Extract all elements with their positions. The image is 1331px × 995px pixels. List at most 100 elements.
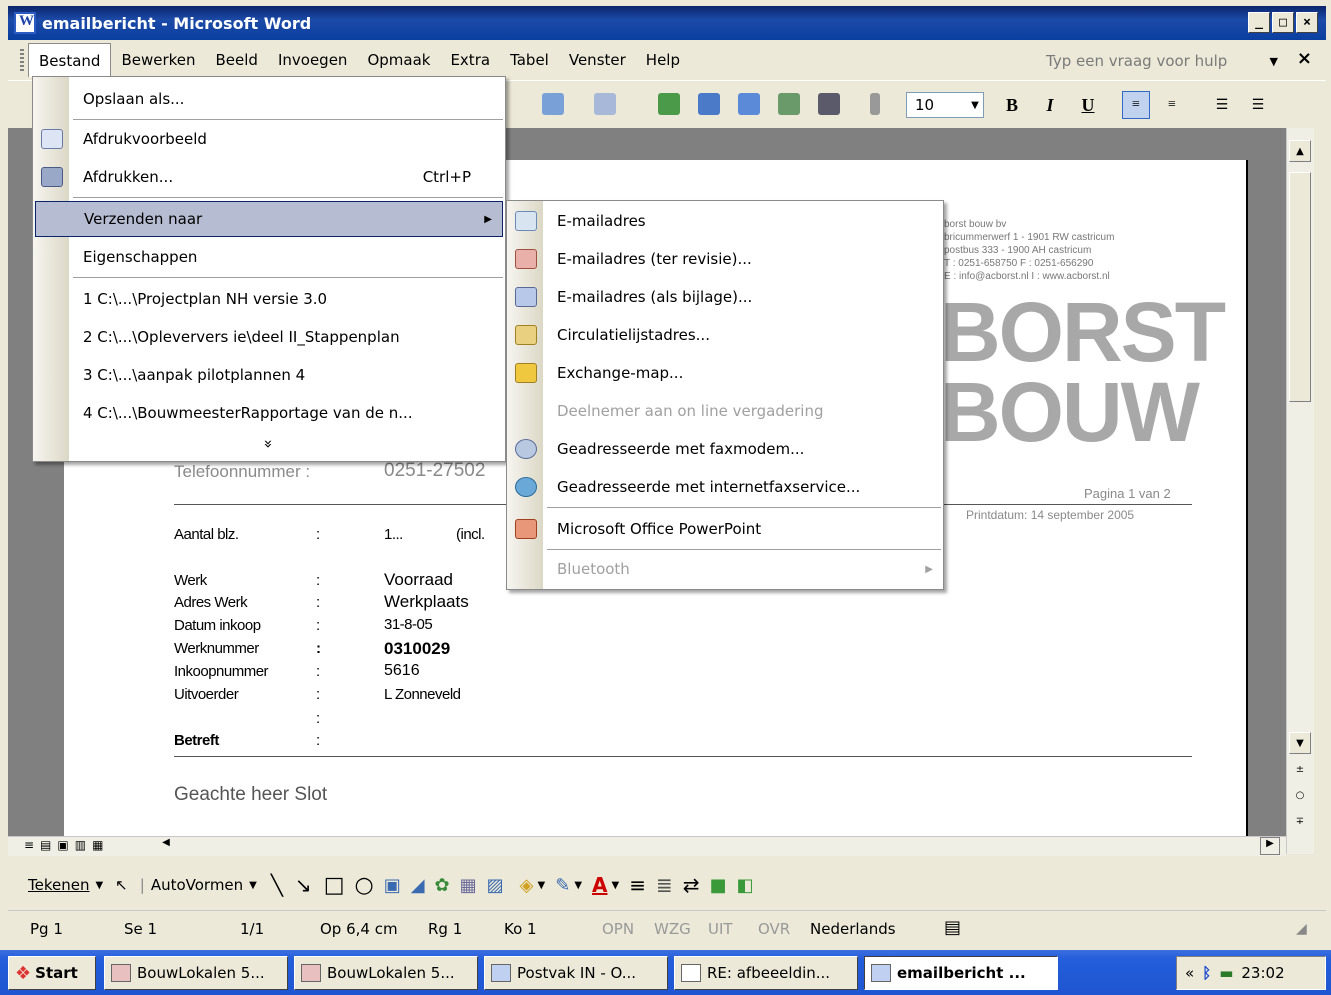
scroll-left-icon[interactable]: ◀ [156,837,176,855]
menu-item-verzenden-naar[interactable]: Verzenden naar ▶ [35,201,503,237]
insert-excel-icon[interactable] [778,93,800,115]
menu-bestand[interactable]: Bestand [28,43,112,77]
hyperlink-icon[interactable] [658,93,680,115]
insert-table-icon[interactable] [738,93,760,115]
chevron-down-icon[interactable]: ▼ [967,100,983,111]
chevron-down-icon[interactable]: ▼ [574,880,582,891]
scroll-right-icon[interactable]: ▶ [1260,837,1280,855]
taskbar-button[interactable]: BouwLokalen 5... [104,956,288,990]
menu-item-internetfax[interactable]: Geadresseerde met internetfaxservice... [507,469,943,505]
menu-item-recent-4[interactable]: 4 C:\...\BouwmeesterRapportage van de n.… [33,395,505,431]
chevron-down-icon[interactable]: ▼ [249,880,257,891]
tekenen-menu[interactable]: Tekenen [28,876,89,894]
chevron-down-icon[interactable]: ▼ [612,880,620,891]
line-color-icon[interactable]: ✎ [555,875,570,896]
taskbar-button[interactable]: Postvak IN - O... [484,956,668,990]
status-ovr[interactable]: OVR [758,920,790,938]
rectangle-icon[interactable]: □ [324,873,345,898]
grip-handle[interactable] [20,49,24,71]
menu-item-circulatielijst[interactable]: Circulatielijstadres... [507,317,943,353]
chevron-down-icon[interactable]: ▼ [538,880,546,891]
clipart-icon[interactable]: ▦ [460,875,477,896]
font-color-icon[interactable]: A [592,873,607,897]
tables-borders-icon[interactable] [698,93,720,115]
select-pointer-icon[interactable]: ↖ [115,876,128,894]
font-size-select[interactable]: 10 ▼ [906,92,984,118]
menu-item-emailadres[interactable]: E-mailadres [507,203,943,239]
minimize-button[interactable]: _ [1248,12,1270,33]
menu-item-opslaan-als[interactable]: Opslaan als... [33,81,505,117]
diagram-icon[interactable]: ✿ [435,875,450,896]
autovormen-menu[interactable]: AutoVormen [151,876,243,894]
redo-icon[interactable] [594,93,616,115]
close-button[interactable]: × [1296,12,1318,33]
dash-style-icon[interactable]: ≣ [656,873,673,897]
menu-item-emailadres-bijlage[interactable]: E-mailadres (als bijlage)... [507,279,943,315]
menu-tabel[interactable]: Tabel [500,47,559,73]
bluetooth-icon[interactable]: ᛒ [1202,964,1211,982]
undo-icon[interactable] [542,93,564,115]
menu-item-eigenschappen[interactable]: Eigenschappen [33,239,505,275]
3d-icon[interactable]: ◧ [737,875,754,896]
arrow-icon[interactable]: ↘ [295,873,312,897]
resize-grip-icon[interactable]: ◢ [1296,921,1307,937]
italic-button[interactable]: I [1036,91,1064,119]
browse-object-icon[interactable]: ○ [1289,784,1311,806]
previous-page-icon[interactable]: ± [1289,758,1311,780]
menu-beeld[interactable]: Beeld [206,47,268,73]
bold-button[interactable]: B [998,91,1026,119]
menu-item-recent-3[interactable]: 3 C:\...\aanpak pilotplannen 4 [33,357,505,393]
menu-item-exchange-map[interactable]: Exchange-map... [507,355,943,391]
menu-item-afdrukvoorbeeld[interactable]: Afdrukvoorbeeld [33,121,505,157]
clock[interactable]: 23:02 [1241,964,1284,982]
horizontal-scrollbar[interactable]: ≡▤▣▥▦ ◀ ▶ [8,836,1286,856]
scroll-up-icon[interactable]: ▲ [1289,140,1311,162]
help-search-box[interactable]: Typ een vraag voor hulp ▼ [1038,50,1278,72]
textbox-icon[interactable]: ▣ [384,875,401,896]
toolbar-options-icon[interactable] [870,93,880,115]
next-page-icon[interactable]: ∓ [1289,810,1311,832]
taskbar-button-active[interactable]: emailbericht ... [864,956,1058,990]
menu-expand-button[interactable]: » [33,429,505,459]
menu-invoegen[interactable]: Invoegen [268,47,357,73]
status-opn[interactable]: OPN [602,920,634,938]
spelling-book-icon[interactable]: ▤ [944,917,961,938]
menu-item-afdrukken[interactable]: Afdrukken... Ctrl+P [33,159,505,195]
vertical-scrollbar[interactable]: ▲ ▼ ± ○ ∓ [1286,128,1314,854]
menu-item-recent-2[interactable]: 2 C:\...\Opleververs ie\deel II_Stappenp… [33,319,505,355]
scroll-down-icon[interactable]: ▼ [1289,732,1311,754]
chevron-down-icon[interactable]: ▼ [95,880,103,891]
menu-opmaak[interactable]: Opmaak [357,47,440,73]
menu-venster[interactable]: Venster [559,47,636,73]
view-mode-icons[interactable]: ≡▤▣▥▦ [24,838,109,852]
align-left-icon[interactable]: ≡ [1122,91,1150,119]
shadow-icon[interactable]: ■ [710,875,727,896]
picture-icon[interactable]: ▨ [487,875,504,896]
bulleted-list-icon[interactable]: ☰ [1244,91,1272,119]
network-icon[interactable]: ▬ [1219,964,1233,982]
fill-color-icon[interactable]: ◈ [520,875,534,896]
line-icon[interactable]: ╲ [271,873,283,897]
title-bar[interactable]: emailbericht - Microsoft Word _ □ × [8,6,1326,40]
menu-item-powerpoint[interactable]: Microsoft Office PowerPoint [507,511,943,547]
tray-expand-icon[interactable]: « [1185,964,1194,982]
menu-extra[interactable]: Extra [440,47,500,73]
menu-item-recent-1[interactable]: 1 C:\...\Projectplan NH versie 3.0 [33,281,505,317]
underline-button[interactable]: U [1074,91,1102,119]
maximize-button[interactable]: □ [1272,12,1294,33]
taskbar-button[interactable]: RE: afbeeeldin... [674,956,858,990]
columns-icon[interactable] [818,93,840,115]
numbered-list-icon[interactable]: ☰ [1208,91,1236,119]
word-app-icon[interactable] [14,12,36,34]
chevron-down-icon[interactable]: ▼ [1270,55,1278,68]
status-wzg[interactable]: WZG [654,920,691,938]
menu-item-emailadres-revisie[interactable]: E-mailadres (ter revisie)... [507,241,943,277]
start-button[interactable]: ❖ Start [8,956,96,990]
status-language[interactable]: Nederlands [810,920,896,938]
scroll-thumb[interactable] [1289,172,1311,402]
menu-help[interactable]: Help [636,47,690,73]
menu-item-faxmodem[interactable]: Geadresseerde met faxmodem... [507,431,943,467]
arrow-style-icon[interactable]: ⇄ [683,873,700,897]
status-uit[interactable]: UIT [708,920,733,938]
line-style-icon[interactable]: ≡ [629,873,646,897]
